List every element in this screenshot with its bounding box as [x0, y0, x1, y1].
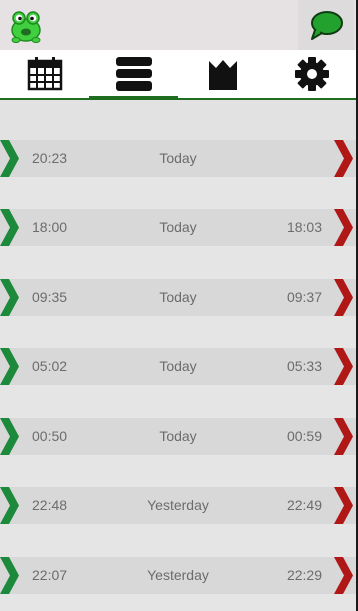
end-time: 05:33	[286, 358, 322, 374]
end-time: 00:59	[286, 428, 322, 444]
list-item[interactable]: 22:07 Yesterday 22:29	[0, 557, 356, 594]
chat-button[interactable]	[298, 0, 354, 50]
tab-bar	[0, 50, 356, 100]
crown-icon	[208, 60, 237, 90]
tab-list[interactable]	[89, 50, 178, 98]
list-item[interactable]: 22:48 Yesterday 22:49	[0, 487, 356, 524]
frog-icon[interactable]	[8, 8, 44, 44]
chevron-right-icon[interactable]	[334, 487, 354, 524]
end-time: 22:29	[286, 567, 322, 583]
list-item[interactable]: 00:50 Today 00:59	[0, 418, 356, 455]
list-item[interactable]: 09:35 Today 09:37	[0, 279, 356, 316]
stack-icon	[115, 57, 152, 91]
list-item[interactable]: 05:02 Today 05:33	[0, 348, 356, 385]
tab-calendar[interactable]	[0, 50, 89, 98]
list-item[interactable]: 20:23 Today	[0, 140, 356, 177]
chat-bubble-icon	[311, 11, 343, 40]
chevron-right-icon[interactable]	[334, 209, 354, 246]
calendar-icon	[27, 57, 62, 91]
chevron-right-icon[interactable]	[334, 557, 354, 594]
gear-icon	[294, 57, 329, 91]
chevron-right-icon[interactable]	[334, 279, 354, 316]
chevron-right-icon[interactable]	[334, 418, 354, 455]
end-time: 09:37	[286, 289, 322, 305]
list-header	[0, 100, 356, 140]
chevron-right-icon[interactable]	[334, 140, 354, 177]
day-label: Today	[159, 150, 197, 166]
end-time: 18:03	[286, 219, 322, 235]
app-bar	[0, 0, 356, 50]
list-item[interactable]: 18:00 Today 18:03	[0, 209, 356, 246]
end-time: 22:49	[286, 497, 322, 513]
tab-settings[interactable]	[267, 50, 356, 98]
chevron-right-icon[interactable]	[334, 348, 354, 385]
tab-crown[interactable]	[178, 50, 267, 98]
